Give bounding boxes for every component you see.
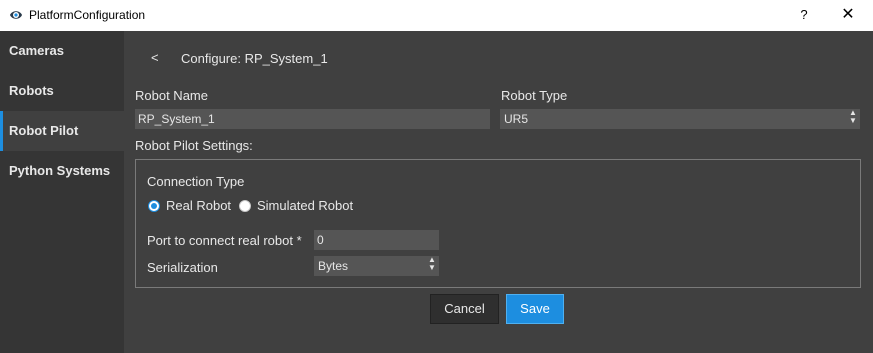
- robot-type-select[interactable]: UR5 ▲ ▼: [500, 109, 860, 129]
- simulated-robot-label[interactable]: Simulated Robot: [257, 198, 353, 213]
- sidebar-item-cameras[interactable]: Cameras: [0, 31, 124, 71]
- updown-arrows-icon: ▲ ▼: [849, 108, 857, 125]
- close-button[interactable]: ✕: [838, 5, 858, 25]
- app-eye-icon: [10, 11, 22, 19]
- updown-arrows-icon: ▲ ▼: [428, 255, 436, 272]
- back-button[interactable]: <: [151, 50, 159, 65]
- sidebar-item-robots[interactable]: Robots: [0, 71, 124, 111]
- connection-type-label: Connection Type: [147, 174, 245, 189]
- main-panel: < Configure: RP_System_1 Robot Name RP_S…: [124, 31, 873, 353]
- sidebar: Cameras Robots Robot Pilot Python System…: [0, 31, 124, 353]
- robot-type-label: Robot Type: [501, 88, 568, 103]
- serialization-select[interactable]: Bytes ▲ ▼: [314, 256, 439, 276]
- port-label: Port to connect real robot *: [147, 233, 302, 248]
- save-button[interactable]: Save: [506, 294, 564, 324]
- robot-name-input[interactable]: RP_System_1: [135, 109, 490, 129]
- real-robot-radio[interactable]: [148, 200, 160, 212]
- robot-name-label: Robot Name: [135, 88, 208, 103]
- port-input[interactable]: 0: [314, 230, 439, 250]
- cancel-button[interactable]: Cancel: [430, 294, 499, 324]
- window-title: PlatformConfiguration: [29, 8, 146, 22]
- help-button[interactable]: ?: [794, 5, 814, 25]
- robot-pilot-settings-group: Connection Type Real Robot Simulated Rob…: [135, 159, 861, 288]
- serialization-value: Bytes: [318, 259, 349, 273]
- sidebar-item-robot-pilot[interactable]: Robot Pilot: [0, 111, 124, 151]
- page-title: Configure: RP_System_1: [181, 51, 328, 66]
- real-robot-label[interactable]: Real Robot: [166, 198, 231, 213]
- serialization-label: Serialization: [147, 260, 218, 275]
- sidebar-item-python-systems[interactable]: Python Systems: [0, 151, 124, 191]
- title-bar: PlatformConfiguration ? ✕: [0, 0, 873, 31]
- robot-type-value: UR5: [504, 112, 529, 126]
- simulated-robot-radio[interactable]: [239, 200, 251, 212]
- robot-pilot-settings-label: Robot Pilot Settings:: [135, 138, 253, 153]
